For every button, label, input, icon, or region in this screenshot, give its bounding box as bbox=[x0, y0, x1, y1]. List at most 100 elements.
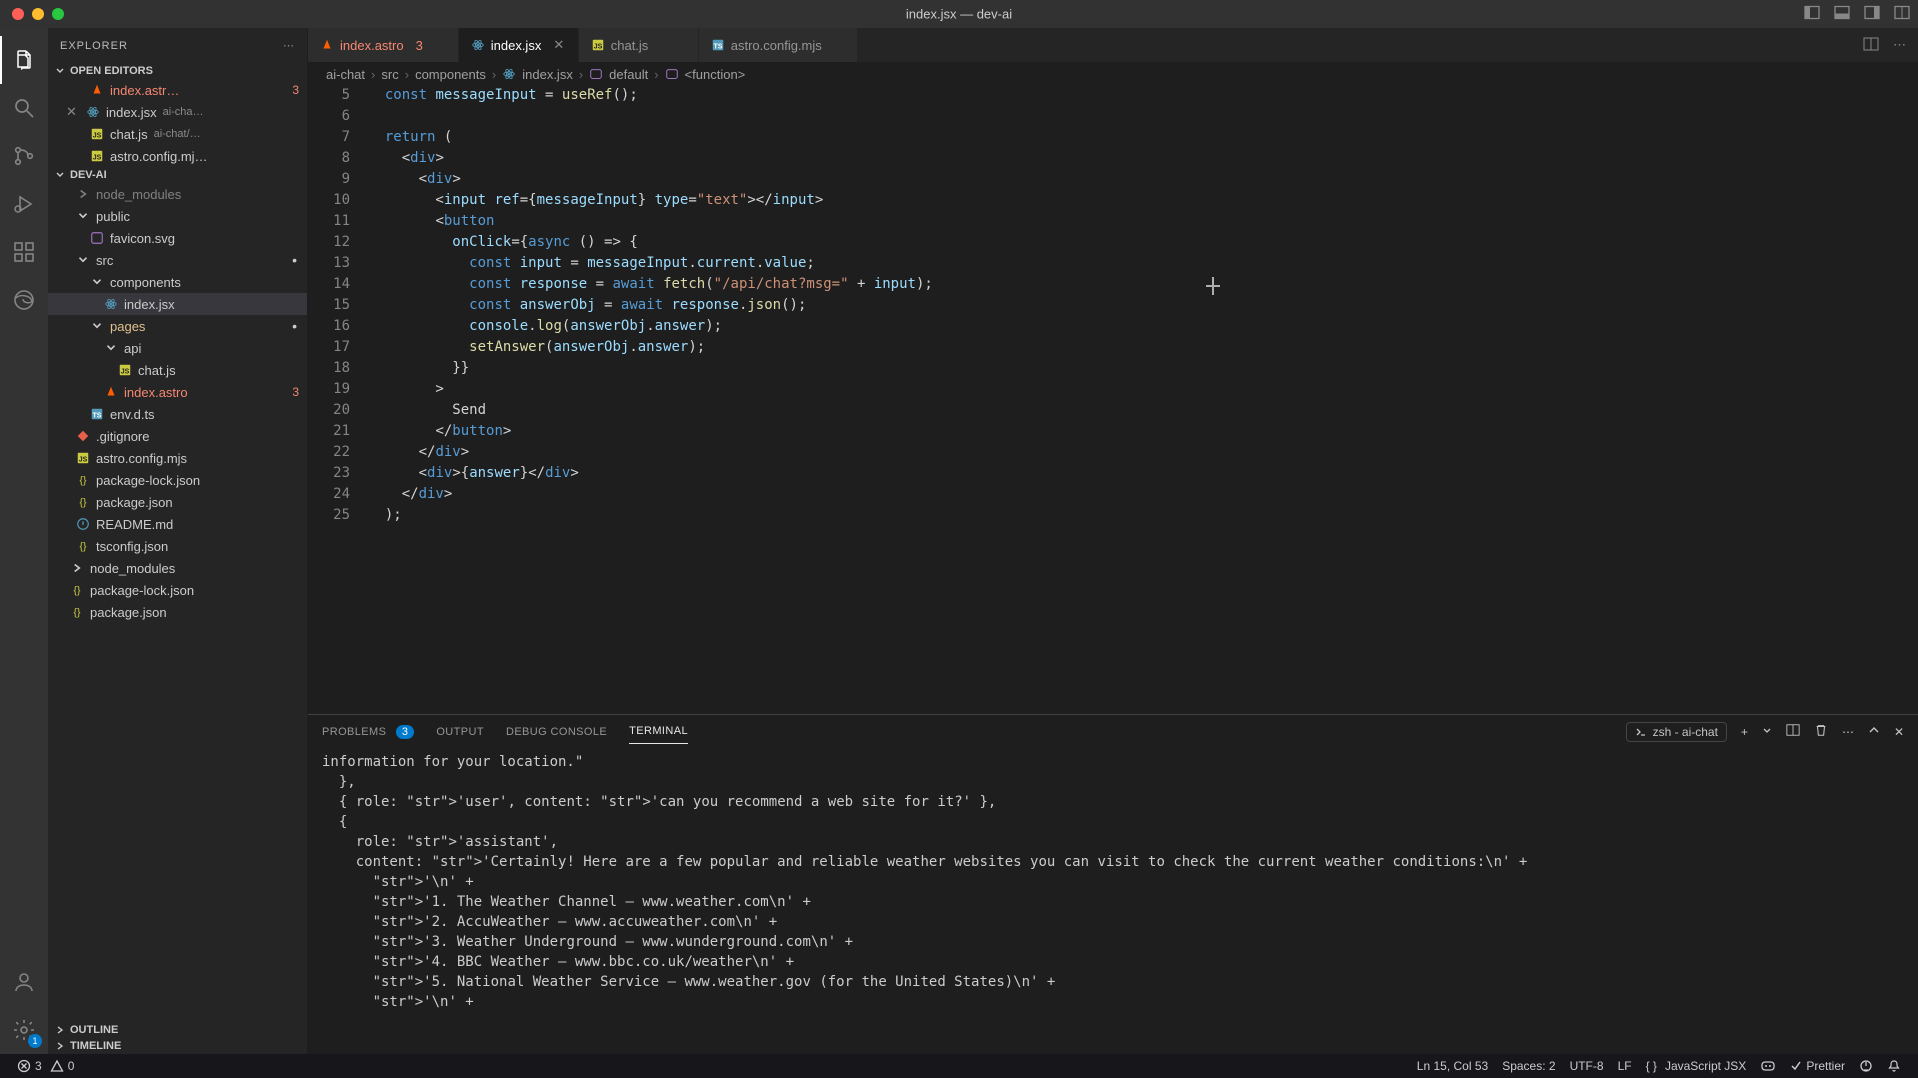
tab-problems[interactable]: PROBLEMS 3 bbox=[322, 720, 414, 744]
file-item[interactable]: {}package-lock.json bbox=[48, 469, 307, 491]
split-terminal-icon[interactable] bbox=[1786, 723, 1800, 740]
terminal-output[interactable]: information for your location." }, { rol… bbox=[308, 748, 1918, 1054]
folder-item[interactable]: public bbox=[48, 205, 307, 227]
maximize-window-icon[interactable] bbox=[52, 8, 64, 20]
folder-item[interactable]: node_modules bbox=[48, 183, 307, 205]
status-indentation[interactable]: Spaces: 2 bbox=[1495, 1058, 1562, 1074]
edge-activity[interactable] bbox=[0, 276, 48, 324]
status-language[interactable]: { }JavaScript JSX bbox=[1639, 1058, 1754, 1074]
folder-item[interactable]: src• bbox=[48, 249, 307, 271]
terminal-dropdown-icon[interactable] bbox=[1762, 725, 1772, 739]
terminal-name: zsh - ai-chat bbox=[1653, 725, 1718, 739]
layout-custom-icon[interactable] bbox=[1894, 5, 1910, 24]
editor-tab[interactable]: TSastro.config.mjs✕ bbox=[699, 28, 858, 62]
search-activity[interactable] bbox=[0, 84, 48, 132]
more-icon[interactable]: ⋯ bbox=[283, 39, 295, 52]
file-item[interactable]: {}package-lock.json bbox=[48, 579, 307, 601]
breadcrumb[interactable]: ai-chat› src› components› index.jsx› def… bbox=[308, 63, 1918, 85]
status-feedback-icon[interactable] bbox=[1852, 1058, 1880, 1074]
editor-tab[interactable]: JSchat.js✕ bbox=[579, 28, 699, 62]
breadcrumb-item[interactable]: components bbox=[415, 67, 486, 82]
settings-activity[interactable]: 1 bbox=[0, 1006, 48, 1054]
folder-item[interactable]: api bbox=[48, 337, 307, 359]
split-editor-icon[interactable] bbox=[1863, 36, 1879, 55]
status-copilot-icon[interactable] bbox=[1753, 1058, 1783, 1074]
file-item[interactable]: TSenv.d.ts bbox=[48, 403, 307, 425]
traffic-lights bbox=[0, 8, 64, 20]
svg-text:{}: {} bbox=[79, 475, 87, 487]
folder-item[interactable]: components bbox=[48, 271, 307, 293]
editor-tabs: index.astro3✕index.jsx✕JSchat.js✕TSastro… bbox=[308, 28, 1918, 63]
file-item[interactable]: index.astro3 bbox=[48, 381, 307, 403]
terminal-selector[interactable]: zsh - ai-chat bbox=[1626, 722, 1727, 742]
more-editor-icon[interactable]: ⋯ bbox=[1893, 37, 1906, 53]
tab-debug-console[interactable]: DEBUG CONSOLE bbox=[506, 720, 607, 744]
more-terminal-icon[interactable]: ⋯ bbox=[1842, 725, 1854, 739]
code-content[interactable]: const messageInput = useRef(); return ( … bbox=[368, 85, 1918, 714]
file-item[interactable]: {}package.json bbox=[48, 601, 307, 623]
status-cursor-position[interactable]: Ln 15, Col 53 bbox=[1410, 1058, 1495, 1074]
layout-secondary-icon[interactable] bbox=[1864, 5, 1880, 24]
sidebar: EXPLORER ⋯ OPEN EDITORS index.astr…3✕ind… bbox=[48, 28, 308, 1054]
file-item[interactable]: favicon.svg bbox=[48, 227, 307, 249]
outline-section[interactable]: OUTLINE bbox=[48, 1022, 307, 1038]
close-window-icon[interactable] bbox=[12, 8, 24, 20]
status-encoding[interactable]: UTF-8 bbox=[1563, 1058, 1611, 1074]
file-item[interactable]: README.md bbox=[48, 513, 307, 535]
open-editor-item[interactable]: index.astr…3 bbox=[48, 79, 307, 101]
folder-item[interactable]: node_modules bbox=[48, 557, 307, 579]
extensions-activity[interactable] bbox=[0, 228, 48, 276]
titlebar: index.jsx — dev-ai bbox=[0, 0, 1918, 28]
status-errors[interactable]: 3 0 bbox=[10, 1059, 81, 1073]
svg-text:JS: JS bbox=[79, 457, 88, 464]
breadcrumb-item[interactable]: <function> bbox=[685, 67, 746, 82]
file-item[interactable]: {}tsconfig.json bbox=[48, 535, 307, 557]
minimize-window-icon[interactable] bbox=[32, 8, 44, 20]
breadcrumb-item[interactable]: src bbox=[381, 67, 398, 82]
explorer-activity[interactable] bbox=[0, 36, 48, 84]
open-editor-item[interactable]: ✕index.jsxai-cha… bbox=[48, 101, 307, 123]
new-terminal-icon[interactable]: + bbox=[1741, 725, 1748, 739]
file-item[interactable]: {}package.json bbox=[48, 491, 307, 513]
tab-output[interactable]: OUTPUT bbox=[436, 720, 484, 744]
file-item[interactable]: .gitignore bbox=[48, 425, 307, 447]
status-eol[interactable]: LF bbox=[1611, 1058, 1639, 1074]
open-editor-item[interactable]: JSastro.config.mj… bbox=[48, 145, 307, 167]
open-editor-item[interactable]: JSchat.jsai-chat/… bbox=[48, 123, 307, 145]
line-numbers: 5678910111213141516171819202122232425 bbox=[308, 85, 368, 714]
source-control-activity[interactable] bbox=[0, 132, 48, 180]
svg-text:{}: {} bbox=[79, 497, 87, 509]
debug-activity[interactable] bbox=[0, 180, 48, 228]
project-section[interactable]: DEV-AI bbox=[48, 167, 307, 183]
tab-terminal[interactable]: TERMINAL bbox=[629, 719, 688, 744]
bottom-panel: PROBLEMS 3 OUTPUT DEBUG CONSOLE TERMINAL… bbox=[308, 714, 1918, 1054]
breadcrumb-item[interactable]: default bbox=[609, 67, 648, 82]
file-item[interactable]: index.jsx bbox=[48, 293, 307, 315]
file-item[interactable]: JSchat.js bbox=[48, 359, 307, 381]
close-tab-icon[interactable]: ✕ bbox=[553, 37, 564, 53]
timeline-section[interactable]: TIMELINE bbox=[48, 1038, 307, 1054]
status-prettier[interactable]: Prettier bbox=[1783, 1058, 1852, 1074]
outline-label: OUTLINE bbox=[70, 1024, 118, 1036]
open-editors-section[interactable]: OPEN EDITORS bbox=[48, 63, 307, 79]
account-activity[interactable] bbox=[0, 958, 48, 1006]
close-panel-icon[interactable]: ✕ bbox=[1894, 725, 1904, 739]
svg-text:JS: JS bbox=[93, 133, 102, 140]
settings-badge: 1 bbox=[28, 1034, 42, 1048]
editor-tab[interactable]: index.jsx✕ bbox=[459, 28, 579, 62]
breadcrumb-item[interactable]: index.jsx bbox=[522, 67, 573, 82]
folder-item[interactable]: pages• bbox=[48, 315, 307, 337]
svg-text:JS: JS bbox=[121, 369, 130, 376]
kill-terminal-icon[interactable] bbox=[1814, 723, 1828, 740]
editor-tab[interactable]: index.astro3✕ bbox=[308, 28, 459, 62]
code-editor[interactable]: 5678910111213141516171819202122232425 co… bbox=[308, 85, 1918, 714]
layout-primary-icon[interactable] bbox=[1804, 5, 1820, 24]
layout-panel-icon[interactable] bbox=[1834, 5, 1850, 24]
maximize-panel-icon[interactable] bbox=[1868, 724, 1880, 739]
status-bell-icon[interactable] bbox=[1880, 1058, 1908, 1074]
project-label: DEV-AI bbox=[70, 169, 107, 181]
breadcrumb-item[interactable]: ai-chat bbox=[326, 67, 365, 82]
timeline-label: TIMELINE bbox=[70, 1040, 121, 1052]
file-item[interactable]: JSastro.config.mjs bbox=[48, 447, 307, 469]
activity-bar: 1 bbox=[0, 28, 48, 1054]
